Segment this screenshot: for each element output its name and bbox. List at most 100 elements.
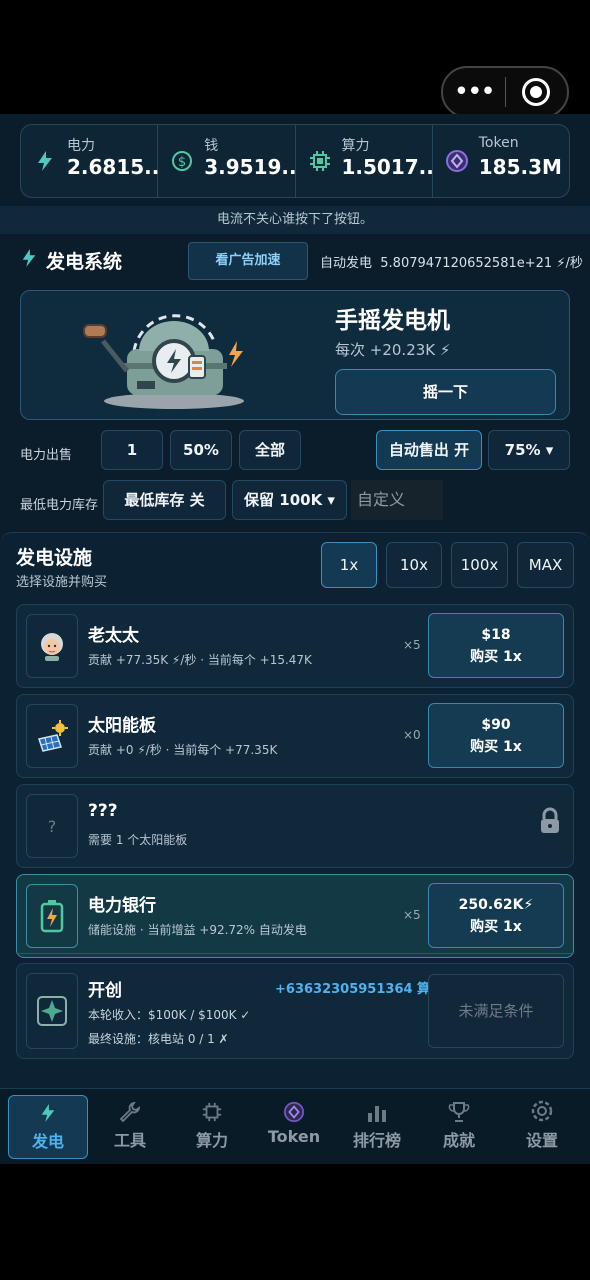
auto-generation-rate: 自动发电 5.807947120652581e+21 ⚡/秒: [320, 252, 583, 271]
facility-row-solar-panel: 太阳能板 贡献 +0 ⚡/秒 · 当前每个 +77.35K ×0 $90 购买 …: [16, 694, 574, 778]
facilities-panel: 发电设施 选择设施并购买 1x 10x 100x MAX 老太太 贡献 +77.…: [0, 532, 590, 1088]
chip-icon: [308, 149, 332, 173]
generator-header: 发电系统 看广告加速 自动发电 5.807947120652581e+21 ⚡/…: [20, 240, 583, 280]
sell-amount-1-button[interactable]: 1: [101, 430, 163, 470]
nav-tab-achievements[interactable]: 成就: [419, 1095, 499, 1159]
old-lady-icon: [26, 614, 78, 678]
nav-label: Token: [267, 1127, 321, 1146]
multiplier-10x-button[interactable]: 10x: [386, 542, 442, 588]
more-options-icon[interactable]: •••: [443, 68, 505, 116]
custom-reserve-input[interactable]: 自定义: [351, 480, 443, 520]
auto-sell-toggle[interactable]: 自动售出 开: [376, 430, 482, 470]
facility-row-old-lady: 老太太 贡献 +77.35K ⚡/秒 · 当前每个 +15.47K ×5 $18…: [16, 604, 574, 688]
trophy-icon: [419, 1095, 499, 1123]
svg-text:$: $: [178, 155, 186, 170]
watch-ad-boost-button[interactable]: 看广告加速: [188, 242, 308, 280]
sell-all-button[interactable]: 全部: [239, 430, 301, 470]
facilities-title: 发电设施: [16, 547, 93, 569]
facility-count: ×0: [403, 728, 421, 742]
facility-desc: 需要 1 个太阳能板: [88, 833, 188, 847]
buy-old-lady-button[interactable]: $18 购买 1x: [428, 613, 564, 678]
mini-program-top-bar: •••: [0, 0, 590, 118]
resource-value: 185.3M: [478, 155, 562, 179]
generator-per-click: 每次 +20.23K ⚡: [335, 341, 451, 359]
price-label: 250.62K⚡: [458, 896, 534, 913]
sell-50-percent-button[interactable]: 50%: [170, 430, 232, 470]
facility-count: ×5: [403, 908, 421, 922]
hand-crank-generator-illustration: [83, 314, 244, 409]
facilities-subtitle: 选择设施并购买: [16, 575, 108, 590]
facility-name: 老太太: [88, 626, 139, 646]
bottom-nav: 发电 工具 算力 Token 排行榜 成就 设置: [0, 1088, 590, 1164]
close-mini-program-icon[interactable]: [505, 78, 567, 106]
nav-tab-leaderboard[interactable]: 排行榜: [337, 1095, 417, 1159]
compass-star-icon: [26, 973, 78, 1049]
auto-sell-percent-select[interactable]: 75% ▾: [488, 430, 570, 470]
facility-row-locked: ? ??? 需要 1 个太阳能板: [16, 784, 574, 868]
price-label: $18: [481, 626, 511, 643]
nav-label: 成就: [442, 1131, 475, 1150]
section-divider: [16, 953, 574, 954]
buy-label: 购买 1x: [470, 648, 522, 665]
resource-label: Token: [478, 135, 519, 151]
nav-tab-settings[interactable]: 设置: [502, 1095, 582, 1159]
nav-label: 发电: [31, 1132, 64, 1151]
multiplier-100x-button[interactable]: 100x: [451, 542, 508, 588]
nav-tab-generate[interactable]: 发电: [8, 1095, 88, 1159]
nav-tab-tools[interactable]: 工具: [90, 1095, 170, 1159]
resource-value: 1.5017...: [341, 155, 434, 179]
app-screen: 电力 2.6815... $ 钱 3.9519... 算力 1.5017... …: [0, 114, 590, 1164]
resource-money: $ 钱 3.9519...: [158, 125, 297, 197]
pioneer-card: 开创 +63632305951364 算力 本轮收入：$100K / $100K…: [16, 963, 574, 1059]
sell-label: 电力出售: [20, 448, 73, 463]
solar-panel-icon: [26, 704, 78, 768]
facility-name: ???: [88, 801, 118, 821]
resource-label: 钱: [204, 138, 219, 154]
multiplier-max-button[interactable]: MAX: [517, 542, 574, 588]
lightning-icon: [9, 1096, 87, 1124]
min-reserve-toggle[interactable]: 最低库存 关: [103, 480, 226, 520]
keep-reserve-select[interactable]: 保留 100K ▾: [232, 480, 347, 520]
pioneer-income-requirement: 本轮收入：$100K / $100K ✓: [88, 1008, 251, 1022]
buy-solar-panel-button[interactable]: $90 购买 1x: [428, 703, 564, 768]
price-label: $90: [481, 716, 511, 733]
chip-icon: [172, 1095, 252, 1123]
multiplier-1x-button[interactable]: 1x: [321, 542, 377, 588]
buy-label: 购买 1x: [470, 738, 522, 755]
facility-desc: 贡献 +0 ⚡/秒 · 当前每个 +77.35K: [88, 743, 278, 757]
wrench-icon: [90, 1095, 170, 1123]
lightning-icon: [33, 149, 57, 173]
resource-value: 2.6815...: [67, 155, 159, 179]
nav-label: 排行榜: [352, 1131, 401, 1150]
facility-name: 电力银行: [88, 896, 156, 916]
facility-row-power-bank: 电力银行 储能设施 · 当前增益 +92.72% 自动发电 ×5 250.62K…: [16, 874, 574, 958]
facility-desc: 储能设施 · 当前增益 +92.72% 自动发电: [88, 923, 307, 937]
pioneer-status-button[interactable]: 未满足条件: [428, 974, 564, 1048]
facility-desc: 贡献 +77.35K ⚡/秒 · 当前每个 +15.47K: [88, 653, 312, 667]
buy-power-bank-button[interactable]: 250.62K⚡ 购买 1x: [428, 883, 564, 948]
reserve-label: 最低电力库存: [20, 498, 99, 513]
resource-label: 电力: [67, 138, 95, 154]
nav-tab-compute[interactable]: 算力: [172, 1095, 252, 1159]
token-icon: [254, 1095, 334, 1123]
tip-text: 电流不关心谁按下了按钮。: [0, 206, 590, 234]
battery-icon: [26, 884, 78, 948]
token-icon: [445, 149, 469, 173]
resource-value: 3.9519...: [204, 155, 297, 179]
lock-icon: [539, 807, 561, 839]
facility-count: ×5: [403, 638, 421, 652]
nav-label: 算力: [195, 1131, 228, 1150]
nav-tab-token[interactable]: Token: [254, 1095, 334, 1159]
resource-label: 算力: [341, 138, 370, 154]
bottom-blank-area: [0, 1164, 590, 1280]
buy-label: 购买 1x: [470, 918, 522, 935]
pioneer-reward: +63632305951364 算力: [275, 982, 444, 997]
resource-token: Token 185.3M: [433, 125, 569, 197]
gear-icon: [502, 1095, 582, 1123]
resource-electricity: 电力 2.6815...: [21, 125, 159, 197]
bar-chart-icon: [337, 1095, 417, 1123]
nav-label: 设置: [525, 1131, 558, 1150]
auto-gen-label: 自动发电: [320, 256, 373, 271]
mini-program-capsule: •••: [441, 66, 569, 118]
crank-button[interactable]: 摇一下: [335, 369, 556, 415]
